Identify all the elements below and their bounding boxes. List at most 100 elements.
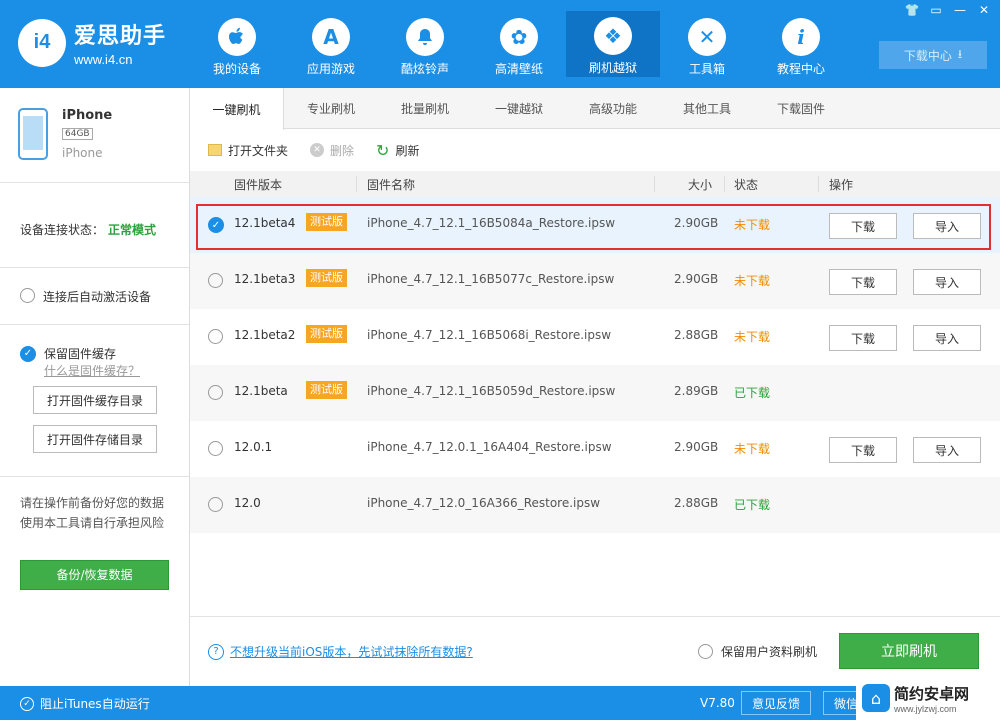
delete-icon: ✕	[310, 143, 325, 157]
flash-now-button[interactable]: 立即刷机	[839, 633, 979, 669]
import-button[interactable]: 导入	[913, 213, 981, 239]
row-radio[interactable]	[208, 273, 223, 288]
nav-label: 教程中心	[776, 62, 825, 76]
main-panel: 一键刷机 专业刷机 批量刷机 一键越狱 高级功能 其他工具 下载固件 打开文件夹…	[190, 88, 1000, 686]
header-size: 大小	[688, 178, 713, 192]
nav-label: 高清壁纸	[494, 62, 543, 76]
feedback-button[interactable]: 意见反馈	[741, 691, 811, 715]
check-icon[interactable]: ✓	[20, 696, 34, 711]
what-is-cache-link[interactable]: 什么是固件缓存？	[44, 362, 140, 379]
nav-ringtones[interactable]: 酷炫铃声	[378, 12, 472, 78]
auto-activate-option[interactable]: 连接后自动激活设备	[0, 268, 189, 325]
download-center-button[interactable]: 下载中心 ⭳	[879, 41, 987, 69]
open-folder-button[interactable]: 打开文件夹	[208, 142, 288, 159]
menu-icon[interactable]: ▭	[926, 2, 946, 18]
table-row[interactable]: 12.1beta2 测试版 iPhone_4.7_12.1_16B5068i_R…	[190, 309, 1000, 365]
close-icon[interactable]: ✕	[974, 2, 994, 18]
row-radio[interactable]	[208, 441, 223, 456]
open-folder-label: 打开文件夹	[228, 143, 289, 158]
row-firmware-name: iPhone_4.7_12.0.1_16A404_Restore.ipsw	[367, 440, 612, 454]
row-size: 2.88GB	[674, 328, 719, 342]
header-action: 操作	[829, 178, 854, 192]
tab-pro-flash[interactable]: 专业刷机	[284, 88, 378, 129]
nav-wallpapers[interactable]: ✿ 高清壁纸	[472, 12, 566, 78]
tab-download-firmware[interactable]: 下载固件	[754, 88, 848, 129]
minimize-icon[interactable]: —	[950, 2, 970, 18]
risk-line-1: 请在操作前备份好您的数据	[20, 496, 165, 510]
block-itunes-option[interactable]: ✓ 阻止iTunes自动运行	[20, 695, 150, 712]
download-button[interactable]: 下载	[829, 325, 897, 351]
download-icon: ⭳	[957, 46, 963, 61]
delete-button[interactable]: ✕ 删除	[310, 142, 354, 159]
import-button[interactable]: 导入	[913, 325, 981, 351]
download-button[interactable]: 下载	[829, 269, 897, 295]
row-radio[interactable]	[208, 329, 223, 344]
nav-label: 酷炫铃声	[400, 62, 449, 76]
tab-jailbreak[interactable]: 一键越狱	[472, 88, 566, 129]
row-radio[interactable]	[208, 385, 223, 400]
tab-advanced[interactable]: 高级功能	[566, 88, 660, 129]
nav-tutorials[interactable]: i 教程中心	[754, 12, 848, 78]
nav-apps-games[interactable]: A 应用游戏	[284, 12, 378, 78]
app-store-icon: A	[312, 18, 350, 56]
beta-badge: 测试版	[306, 381, 347, 399]
table-row[interactable]: 12.1beta3 测试版 iPhone_4.7_12.1_16B5077c_R…	[190, 253, 1000, 309]
auto-activate-label: 连接后自动激活设备	[43, 290, 152, 304]
nav-label: 我的设备	[212, 62, 261, 76]
keep-user-data-radio[interactable]	[698, 644, 713, 659]
row-size: 2.88GB	[674, 496, 719, 510]
header-version: 固件版本	[234, 178, 283, 192]
nav-label: 应用游戏	[306, 62, 355, 76]
refresh-icon: ↻	[376, 140, 390, 160]
open-storage-dir-button[interactable]: 打开固件存储目录	[33, 425, 157, 453]
erase-data-help-link[interactable]: ? 不想升级当前iOS版本，先试试抹除所有数据?	[208, 643, 473, 660]
table-row[interactable]: 12.1beta 测试版 iPhone_4.7_12.1_16B5059d_Re…	[190, 365, 1000, 421]
row-firmware-name: iPhone_4.7_12.0_16A366_Restore.ipsw	[367, 496, 601, 510]
watermark-title: 简约安卓网	[894, 684, 970, 703]
nav-flash-jailbreak[interactable]: ❖ 刷机越狱	[566, 11, 660, 77]
download-button[interactable]: 下载	[829, 437, 897, 463]
bell-icon	[406, 18, 444, 56]
auto-activate-radio[interactable]	[20, 288, 35, 303]
window-controls: 👕 ▭ — ✕	[902, 2, 994, 18]
row-status: 未下载	[734, 218, 771, 232]
dropbox-icon: ❖	[594, 17, 632, 55]
row-status: 未下载	[734, 442, 771, 456]
top-header: i4 爱思助手 www.i4.cn 我的设备 A 应用游戏 酷炫铃声 ✿ 高清壁…	[0, 0, 1000, 88]
tab-batch-flash[interactable]: 批量刷机	[378, 88, 472, 129]
import-button[interactable]: 导入	[913, 269, 981, 295]
row-status: 已下载	[734, 386, 771, 400]
tools-icon: ✕	[688, 18, 726, 56]
refresh-button[interactable]: ↻ 刷新	[376, 141, 419, 160]
open-cache-dir-button[interactable]: 打开固件缓存目录	[33, 386, 157, 414]
row-firmware-name: iPhone_4.7_12.1_16B5084a_Restore.ipsw	[367, 216, 616, 230]
nav-toolbox[interactable]: ✕ 工具箱	[660, 12, 754, 78]
row-firmware-name: iPhone_4.7_12.1_16B5077c_Restore.ipsw	[367, 272, 615, 286]
connection-status-label: 设备连接状态：	[20, 223, 105, 237]
device-type: iPhone	[62, 146, 103, 160]
row-radio[interactable]	[208, 497, 223, 512]
row-firmware-name: iPhone_4.7_12.1_16B5068i_Restore.ipsw	[367, 328, 612, 342]
tab-other-tools[interactable]: 其他工具	[660, 88, 754, 129]
row-selected-check[interactable]: ✓	[208, 217, 224, 233]
skin-icon[interactable]: 👕	[902, 2, 922, 18]
keep-cache-checkbox[interactable]: ✓	[20, 345, 36, 362]
table-row[interactable]: 12.0 iPhone_4.7_12.0_16A366_Restore.ipsw…	[190, 477, 1000, 533]
row-size: 2.90GB	[674, 440, 719, 454]
table-header: 固件版本 固件名称 大小 状态 操作	[190, 171, 1000, 197]
beta-badge: 测试版	[306, 325, 347, 343]
firmware-cache-section: ✓ 保留固件缓存 什么是固件缓存？ 打开固件缓存目录 打开固件存储目录	[0, 325, 189, 477]
nav-my-device[interactable]: 我的设备	[190, 12, 284, 78]
beta-badge: 测试版	[306, 269, 347, 287]
backup-restore-button[interactable]: 备份/恢复数据	[20, 560, 169, 590]
keep-user-data-option[interactable]: 保留用户资料刷机	[698, 643, 817, 660]
logo-url: www.i4.cn	[74, 52, 133, 67]
table-row[interactable]: ✓ 12.1beta4 测试版 iPhone_4.7_12.1_16B5084a…	[190, 197, 1000, 253]
watermark-url: www.jylzwj.com	[894, 703, 957, 714]
row-size: 2.90GB	[674, 272, 719, 286]
tab-one-click-flash[interactable]: 一键刷机	[190, 88, 284, 130]
delete-label: 删除	[330, 143, 355, 158]
download-button[interactable]: 下载	[829, 213, 897, 239]
import-button[interactable]: 导入	[913, 437, 981, 463]
table-row[interactable]: 12.0.1 iPhone_4.7_12.0.1_16A404_Restore.…	[190, 421, 1000, 477]
